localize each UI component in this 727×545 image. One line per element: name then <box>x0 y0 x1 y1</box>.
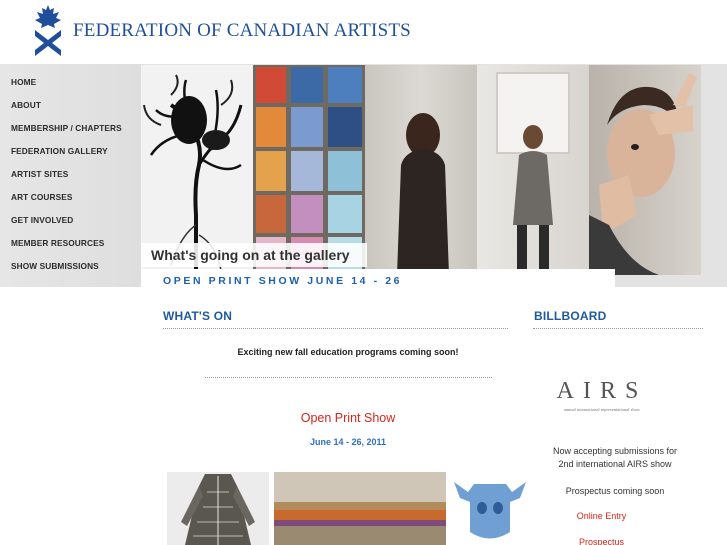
online-entry-link[interactable]: Online Entry <box>530 511 673 521</box>
hero-banner[interactable]: OPEN PRINT SHOW JUNE 14 - 26 <box>141 269 615 291</box>
hero-heading: What's going on at the gallery <box>151 247 350 263</box>
show-title[interactable]: Open Print Show <box>163 411 533 425</box>
site-title[interactable]: FEDERATION OF CANADIAN ARTISTS <box>73 20 411 42</box>
hero-banner-text[interactable]: OPEN PRINT SHOW JUNE 14 - 26 <box>163 275 402 287</box>
hero-band: HOME ABOUT MEMBERSHIP / CHAPTERS FEDERAT… <box>0 64 727 291</box>
nav-item-home[interactable]: HOME <box>11 77 36 87</box>
nav-item-show-submissions[interactable]: SHOW SUBMISSIONS <box>11 261 99 271</box>
billboard-line-3: Prospectus coming soon <box>565 486 665 496</box>
airs-logo[interactable]: AIRS annual international representation… <box>545 378 659 422</box>
artwork-thumbnail-dress[interactable] <box>167 472 269 545</box>
nav-item-membership[interactable]: MEMBERSHIP / CHAPTERS <box>11 123 122 133</box>
nav-item-get-involved[interactable]: GET INVOLVED <box>11 215 73 225</box>
site-header: FEDERATION OF CANADIAN ARTISTS <box>0 0 727 64</box>
nav-item-artist-sites[interactable]: ARTIST SITES <box>11 169 68 179</box>
airs-logo-text: AIRS <box>556 378 648 404</box>
billboard-divider <box>533 328 703 329</box>
hero-image-gallery-visitor <box>365 65 477 275</box>
hero-caption-box: What's going on at the gallery <box>141 243 367 267</box>
prospectus-link[interactable]: Prospectus <box>530 537 673 545</box>
airs-logo-subtext: annual international representational sh… <box>563 407 641 412</box>
nav-item-member-resources[interactable]: MEMBER RESOURCES <box>11 238 104 248</box>
nav-item-art-courses[interactable]: ART COURSES <box>11 192 73 202</box>
education-note: Exciting new fall education programs com… <box>237 347 459 357</box>
billboard-line-1: Now accepting submissions for <box>552 446 678 456</box>
hero-image-art-viewer <box>477 65 589 275</box>
nav-item-federation-gallery[interactable]: FEDERATION GALLERY <box>11 146 108 156</box>
whats-on-title: WHAT'S ON <box>163 309 233 323</box>
artwork-thumbnail-landscape[interactable] <box>274 472 446 545</box>
maple-leaf-logo-icon[interactable] <box>33 4 63 58</box>
whats-on-divider <box>163 328 508 329</box>
nav-item-about[interactable]: ABOUT <box>11 100 41 110</box>
main-nav: HOME ABOUT MEMBERSHIP / CHAPTERS FEDERAT… <box>0 64 141 287</box>
billboard-title: BILLBOARD <box>534 309 607 323</box>
billboard-line-2: 2nd international AIRS show <box>558 459 672 469</box>
artwork-thumbnail-skull[interactable] <box>450 472 530 545</box>
show-dates: June 14 - 26, 2011 <box>309 437 387 447</box>
hero-image-framing-hands <box>589 65 701 275</box>
note-divider <box>205 377 492 378</box>
